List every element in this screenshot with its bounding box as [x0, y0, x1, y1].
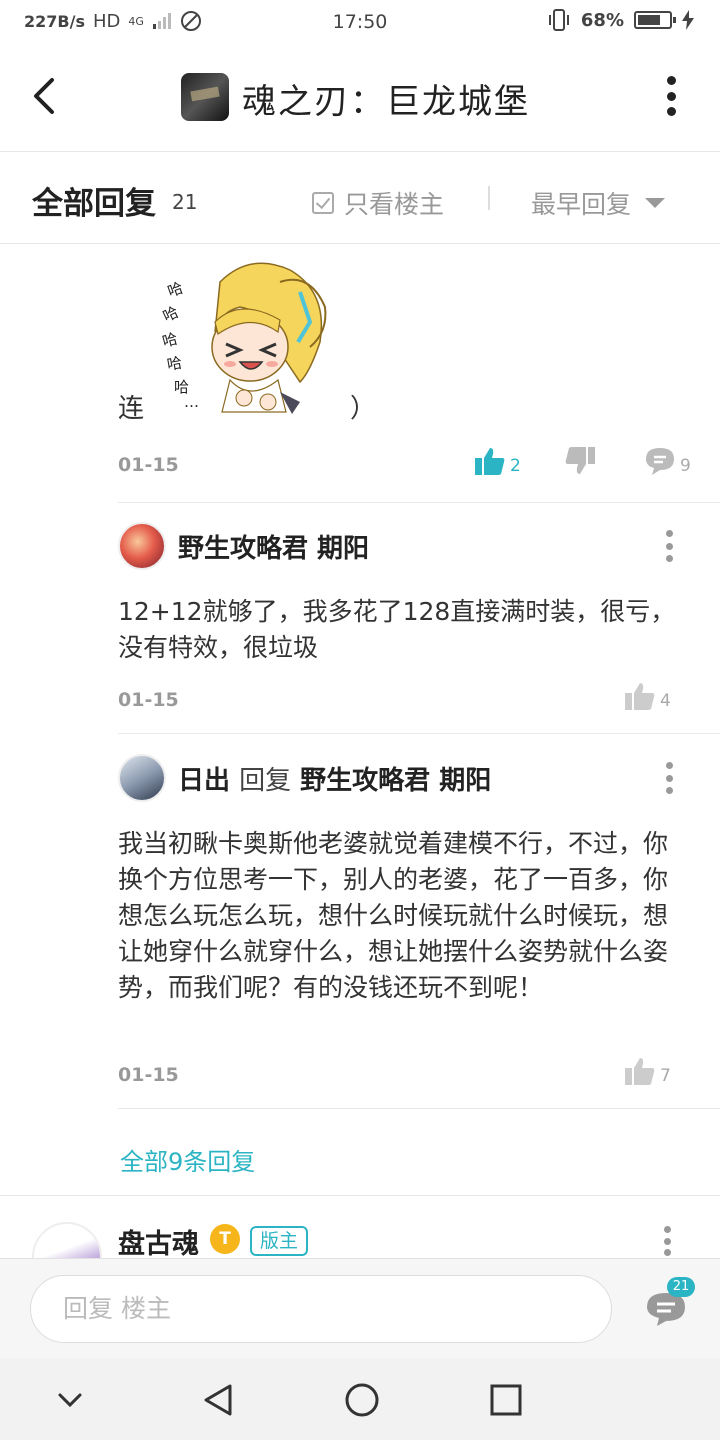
reply-content: 我当初瞅卡奥斯他老婆就觉着建模不行，不过，你换个方位思考一下，别人的老婆，花了一…	[118, 829, 669, 1002]
comment-icon	[646, 448, 674, 475]
reply-more-icon[interactable]	[666, 762, 674, 794]
filter-bar: 全部回复 21 只看楼主 最早回复	[0, 152, 720, 244]
like-button[interactable]: 4	[624, 681, 671, 711]
like-count: 4	[660, 691, 671, 711]
checkbox-icon[interactable]	[312, 192, 334, 214]
svg-text:哈: 哈	[160, 330, 179, 351]
like-count: 7	[660, 1066, 671, 1086]
divider	[118, 733, 720, 734]
divider	[0, 1195, 720, 1196]
author-name[interactable]: 日出	[178, 766, 230, 796]
avatar[interactable]	[118, 754, 166, 802]
app-logo	[181, 73, 229, 121]
thumbs-up-icon	[475, 448, 505, 475]
post-date: 01-15	[118, 454, 179, 476]
reply-to-label: 回复	[239, 766, 292, 796]
post-author[interactable]: 盘古魂	[118, 1222, 199, 1261]
vibrate-icon	[548, 9, 569, 31]
dropdown-arrow-icon	[645, 198, 666, 208]
chevron-down-icon[interactable]	[52, 1382, 88, 1418]
like-button[interactable]: 7	[624, 1056, 671, 1086]
thumbs-up-icon	[625, 1058, 655, 1085]
header: 魂之刃：巨龙城堡	[0, 46, 720, 152]
like-count: 2	[510, 456, 521, 476]
back-triangle-icon[interactable]	[200, 1382, 236, 1418]
reply-more-icon[interactable]	[666, 530, 674, 562]
post-text: 连	[118, 394, 145, 424]
more-options-icon[interactable]	[664, 76, 678, 116]
view-all-replies-link[interactable]: 全部9条回复	[120, 1142, 255, 1177]
only-op-toggle[interactable]: 只看楼主	[312, 185, 444, 221]
reply-date: 01-15	[118, 1064, 179, 1086]
reply-content: 12+12就够了，我多花了128直接满时装，很亏，没有特效，很垃圾	[118, 597, 676, 662]
avatar[interactable]	[118, 522, 166, 570]
status-bar: 227B/s HD 4G 17:50 68%	[0, 0, 720, 46]
thumbs-up-icon	[625, 683, 655, 710]
battery-icon	[634, 11, 676, 29]
sort-label: 最早回复	[531, 190, 632, 219]
reply-count: 21	[172, 190, 198, 214]
only-op-label: 只看楼主	[344, 190, 445, 219]
level-badge: T	[210, 1224, 240, 1254]
comment-count: 9	[680, 456, 691, 476]
post-text-end: ）	[350, 394, 377, 424]
comment-count-badge: 21	[667, 1277, 695, 1297]
author-name[interactable]: 野生攻略君 期阳	[178, 534, 369, 564]
svg-text:哈: 哈	[166, 354, 184, 374]
like-button[interactable]: 2	[474, 446, 521, 476]
post-meta: 01-15 2 9	[118, 446, 698, 486]
all-replies-heading: 全部回复	[32, 186, 156, 222]
reply-author: 日出 回复 野生攻略君 期阳	[178, 760, 491, 797]
sticker-image: 哈 哈 哈 哈 哈 …	[160, 262, 327, 414]
comment-button[interactable]: 9	[644, 446, 691, 476]
svg-text:哈: 哈	[160, 303, 181, 326]
reply-item: 日出 回复 野生攻略君 期阳 我当初瞅卡奥斯他老婆就觉着建模不行，不过，你换个方…	[118, 754, 698, 1094]
back-icon[interactable]	[26, 74, 66, 118]
thumbs-down-icon	[565, 447, 595, 474]
charging-icon	[682, 10, 694, 30]
post-more-icon[interactable]	[664, 1226, 672, 1256]
divider	[488, 186, 490, 210]
reply-to-name[interactable]: 野生攻略君 期阳	[300, 766, 491, 796]
sort-dropdown[interactable]: 最早回复	[531, 185, 666, 221]
divider	[118, 1108, 720, 1109]
moderator-badge: 版主	[250, 1226, 309, 1256]
recents-square-icon[interactable]	[488, 1382, 524, 1418]
page-title: 魂之刃：巨龙城堡	[242, 82, 530, 122]
home-circle-icon[interactable]	[344, 1382, 380, 1418]
reply-input-bar: 回复 楼主 21	[0, 1258, 720, 1358]
reply-input[interactable]: 回复 楼主	[30, 1275, 612, 1343]
svg-text:哈: 哈	[165, 279, 185, 301]
dislike-button[interactable]	[564, 446, 596, 476]
reply-date: 01-15	[118, 689, 179, 711]
battery-percent: 68%	[580, 9, 624, 31]
reply-meta: 01-15 7	[118, 1056, 698, 1096]
reply-meta: 01-15 4	[118, 681, 698, 721]
reply-author[interactable]: 野生攻略君 期阳	[178, 528, 369, 565]
svg-text:…: …	[184, 393, 199, 411]
divider	[118, 502, 720, 503]
system-nav-bar	[0, 1358, 720, 1440]
